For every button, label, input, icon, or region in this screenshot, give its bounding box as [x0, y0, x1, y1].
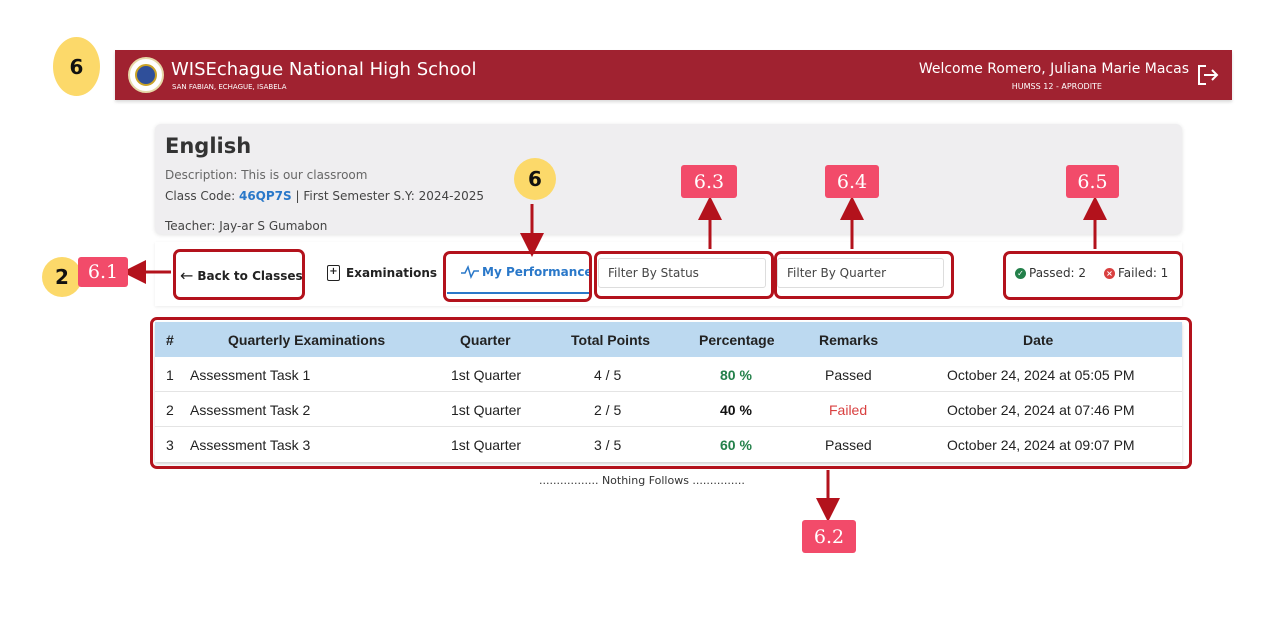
label-6-5: 6.5	[1066, 165, 1119, 198]
step-marker-6: 6	[53, 37, 100, 96]
highlight-filter-quarter	[774, 251, 954, 299]
document-plus-icon: +	[327, 265, 340, 281]
course-description: Description: This is our classroom	[165, 168, 368, 182]
course-title: English	[165, 134, 252, 158]
label-6-2: 6.2	[802, 520, 856, 553]
label-6-1: 6.1	[78, 257, 128, 287]
highlight-back-to-classes	[173, 249, 305, 300]
nothing-follows: ................. Nothing Follows ......…	[539, 474, 745, 487]
app-header: WISEchague National High School SAN FABI…	[115, 50, 1232, 100]
tab-examinations-label: Examinations	[346, 266, 438, 280]
highlight-filter-status	[594, 251, 774, 299]
tab-examinations[interactable]: + Examinations	[327, 265, 437, 281]
step-marker-2: 2	[42, 257, 82, 297]
teacher-name: Teacher: Jay-ar S Gumabon	[165, 219, 328, 233]
highlight-pass-fail-counts	[1003, 251, 1183, 300]
label-6-4: 6.4	[825, 165, 879, 198]
class-code-line: Class Code: 46QP7S | First Semester S.Y:…	[165, 189, 484, 203]
highlight-my-performance	[443, 251, 592, 302]
student-section: HUMSS 12 - APRODITE	[1011, 82, 1102, 91]
class-code: 46QP7S	[238, 189, 292, 203]
class-code-label: Class Code:	[165, 189, 239, 203]
school-address: SAN FABIAN, ECHAGUE, ISABELA	[172, 83, 287, 91]
class-info-card: English Description: This is our classro…	[155, 124, 1182, 234]
step-marker-6-performance: 6	[514, 158, 556, 200]
label-6-3: 6.3	[681, 165, 737, 198]
semester: | First Semester S.Y: 2024-2025	[291, 189, 484, 203]
logout-icon[interactable]	[1196, 64, 1220, 86]
highlight-table	[150, 317, 1192, 469]
school-name: WISEchague National High School	[171, 59, 477, 80]
school-logo	[128, 57, 164, 93]
welcome-text: Welcome Romero, Juliana Marie Macas	[918, 61, 1189, 77]
